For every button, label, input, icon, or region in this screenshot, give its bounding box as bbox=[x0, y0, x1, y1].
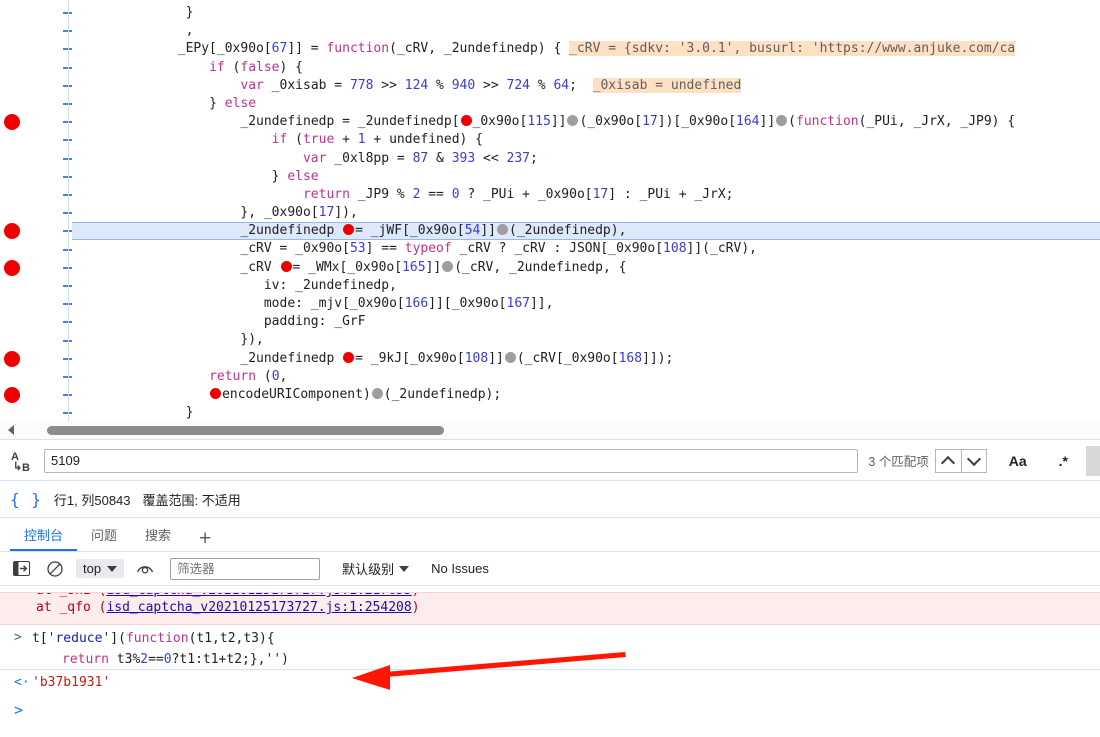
code-line[interactable]: var _0xisab = 778 >> 124 % 940 >> 724 % … bbox=[72, 77, 1100, 95]
inline-breakpoint-dot[interactable] bbox=[460, 115, 472, 127]
inline-call-dot[interactable] bbox=[776, 115, 788, 127]
editor-status-bar: { } 行1, 列50843 覆盖范围: 不适用 bbox=[0, 482, 1100, 518]
tab-console[interactable]: 控制台 bbox=[10, 519, 78, 551]
code-line[interactable]: var _0xl8pp = 87 & 393 << 237; bbox=[72, 150, 1100, 168]
console-toolbar[interactable]: top 默认级别 No Issues bbox=[0, 552, 1100, 586]
use-regex-button[interactable]: .* bbox=[1049, 453, 1078, 469]
tab-search[interactable]: 搜索 bbox=[131, 519, 185, 551]
cursor-position-label: 行1, 列50843 bbox=[53, 493, 131, 508]
log-level-selector[interactable]: 默认级别 bbox=[342, 559, 410, 578]
source-search-bar[interactable]: A ↳ B 3 个匹配项 Aa .* bbox=[0, 441, 1100, 481]
console-output-area[interactable]: at _shz (isd_captcha_v20210125173727.js:… bbox=[0, 586, 1100, 737]
search-prev-button[interactable] bbox=[934, 448, 961, 473]
inline-breakpoint-dot[interactable] bbox=[280, 260, 292, 272]
breakpoint-marker[interactable] bbox=[4, 387, 20, 404]
execution-context-selector[interactable]: top bbox=[76, 559, 125, 578]
source-code-pane[interactable]: } , _EPy[_0x90o[67]] = function(_cRV, _2… bbox=[0, 0, 1100, 421]
console-sidebar-icon[interactable] bbox=[8, 557, 34, 581]
drawer-tab-bar[interactable]: 控制台 问题 搜索 + bbox=[0, 519, 1100, 552]
chevron-down-icon bbox=[107, 565, 118, 572]
code-line[interactable]: if (true + 1 + undefined) { bbox=[72, 131, 1100, 149]
pretty-print-icon[interactable]: { } bbox=[10, 490, 42, 509]
inline-call-dot[interactable] bbox=[371, 387, 383, 399]
search-input[interactable] bbox=[44, 448, 859, 473]
code-line[interactable]: if (false) { bbox=[72, 59, 1100, 77]
scroll-left-arrow-icon[interactable] bbox=[8, 425, 14, 435]
prompt-caret-icon: > bbox=[14, 701, 24, 719]
breakpoint-marker[interactable] bbox=[4, 223, 20, 240]
match-case-button[interactable]: Aa bbox=[999, 453, 1037, 469]
coverage-label: 覆盖范围: 不适用 bbox=[142, 493, 241, 508]
error-stack-line: at _qfo (isd_captcha_v20210125173727.js:… bbox=[36, 600, 420, 615]
console-input-line-1: t['reduce'](function(t1,t2,t3){ bbox=[32, 631, 275, 646]
code-line[interactable]: }, _0x90o[17]), bbox=[72, 204, 1100, 222]
error-source-link[interactable]: isd_captcha_v20210125173727.js:1:254208 bbox=[106, 600, 411, 615]
chevron-down-icon bbox=[399, 565, 410, 572]
error-stack-line: at _shz (isd_captcha_v20210125173727.js:… bbox=[0, 593, 1100, 599]
result-prompt-icon: <· bbox=[14, 675, 30, 690]
inline-breakpoint-dot[interactable] bbox=[210, 387, 222, 399]
inline-breakpoint-dot[interactable] bbox=[343, 351, 355, 363]
code-line[interactable]: } bbox=[72, 404, 1100, 421]
tab-issues[interactable]: 问题 bbox=[77, 519, 131, 551]
code-line[interactable]: , bbox=[72, 22, 1100, 40]
breakpoint-marker[interactable] bbox=[4, 259, 20, 276]
add-tab-button[interactable]: + bbox=[185, 528, 225, 551]
code-line[interactable]: } else bbox=[72, 95, 1100, 113]
live-expression-icon[interactable] bbox=[132, 557, 158, 581]
code-line[interactable]: } else bbox=[72, 168, 1100, 186]
code-text-area[interactable]: } , _EPy[_0x90o[67]] = function(_cRV, _2… bbox=[72, 0, 1100, 421]
execution-context-label: top bbox=[83, 561, 102, 576]
console-input-line-2: return t3%2==0?t1:t1+t2;},'') bbox=[62, 652, 289, 667]
code-line[interactable]: _cRV = _WMx[_0x90o[165]] (_cRV, _2undefin… bbox=[72, 259, 1100, 277]
inline-call-dot[interactable] bbox=[504, 351, 516, 363]
gutter-divider bbox=[68, 0, 69, 421]
log-level-label: 默认级别 bbox=[342, 562, 395, 577]
code-line[interactable]: return (0, bbox=[72, 368, 1100, 386]
code-line[interactable]: _2undefinedp = _2undefinedp[_0x90o[115]]… bbox=[72, 113, 1100, 131]
console-filter-input[interactable] bbox=[170, 557, 321, 580]
inline-breakpoint-dot[interactable] bbox=[343, 224, 355, 236]
search-match-count: 3 个匹配项 bbox=[868, 455, 929, 469]
clear-console-icon[interactable] bbox=[42, 557, 68, 581]
chevron-down-icon bbox=[966, 451, 981, 466]
replace-toggle-icon[interactable]: A ↳ B bbox=[0, 441, 40, 481]
code-line[interactable]: _EPy[_0x90o[67]] = function(_cRV, _2unde… bbox=[72, 40, 1100, 58]
panel-scrollbar-stub[interactable] bbox=[1086, 445, 1100, 476]
code-line[interactable]: return _JP9 % 2 == 0 ? _PUi + _0x90o[17]… bbox=[72, 186, 1100, 204]
scrollbar-thumb[interactable] bbox=[47, 426, 444, 435]
breakpoint-marker[interactable] bbox=[4, 114, 20, 131]
code-line[interactable]: mode: _mjv[_0x90o[166]][_0x90o[167]], bbox=[72, 295, 1100, 313]
chevron-up-icon bbox=[941, 455, 956, 470]
console-result-row: <· 'b37b1931' bbox=[0, 672, 1100, 696]
search-next-button[interactable] bbox=[960, 448, 987, 473]
code-line[interactable]: } bbox=[72, 4, 1100, 22]
inline-call-dot[interactable] bbox=[567, 115, 579, 127]
inline-call-dot[interactable] bbox=[497, 224, 509, 236]
code-line-selected[interactable]: _2undefinedp = _jWF[_0x90o[54]] (_2undefi… bbox=[72, 222, 1100, 241]
console-input-echo: > t['reduce'](function(t1,t2,t3){ return… bbox=[0, 628, 1100, 670]
code-line[interactable]: encodeURIComponent) (_2undefinedp); bbox=[72, 386, 1100, 404]
code-line[interactable]: iv: _2undefinedp, bbox=[72, 277, 1100, 295]
code-line[interactable]: }), bbox=[72, 331, 1100, 349]
error-source-link[interactable]: isd_captcha_v20210125173727.js:1:217655 bbox=[106, 593, 411, 598]
code-horizontal-scrollbar[interactable] bbox=[0, 421, 1100, 440]
inline-call-dot[interactable] bbox=[442, 260, 454, 272]
code-line[interactable]: _2undefinedp = _9kJ[_0x90o[108]] (_cRV[_0… bbox=[72, 350, 1100, 368]
input-prompt-icon: > bbox=[14, 630, 22, 645]
console-prompt-row[interactable]: > bbox=[0, 698, 1100, 722]
code-line[interactable]: padding: _GrF bbox=[72, 313, 1100, 331]
console-result-value: 'b37b1931' bbox=[32, 675, 111, 690]
breakpoint-gutter[interactable] bbox=[0, 0, 28, 421]
console-error-group[interactable]: at _shz (isd_captcha_v20210125173727.js:… bbox=[0, 592, 1100, 625]
no-issues-label: No Issues bbox=[431, 561, 489, 576]
code-line[interactable]: _cRV = _0x90o[53] == typeof _cRV ? _cRV … bbox=[72, 240, 1100, 258]
breakpoint-marker[interactable] bbox=[4, 350, 20, 367]
